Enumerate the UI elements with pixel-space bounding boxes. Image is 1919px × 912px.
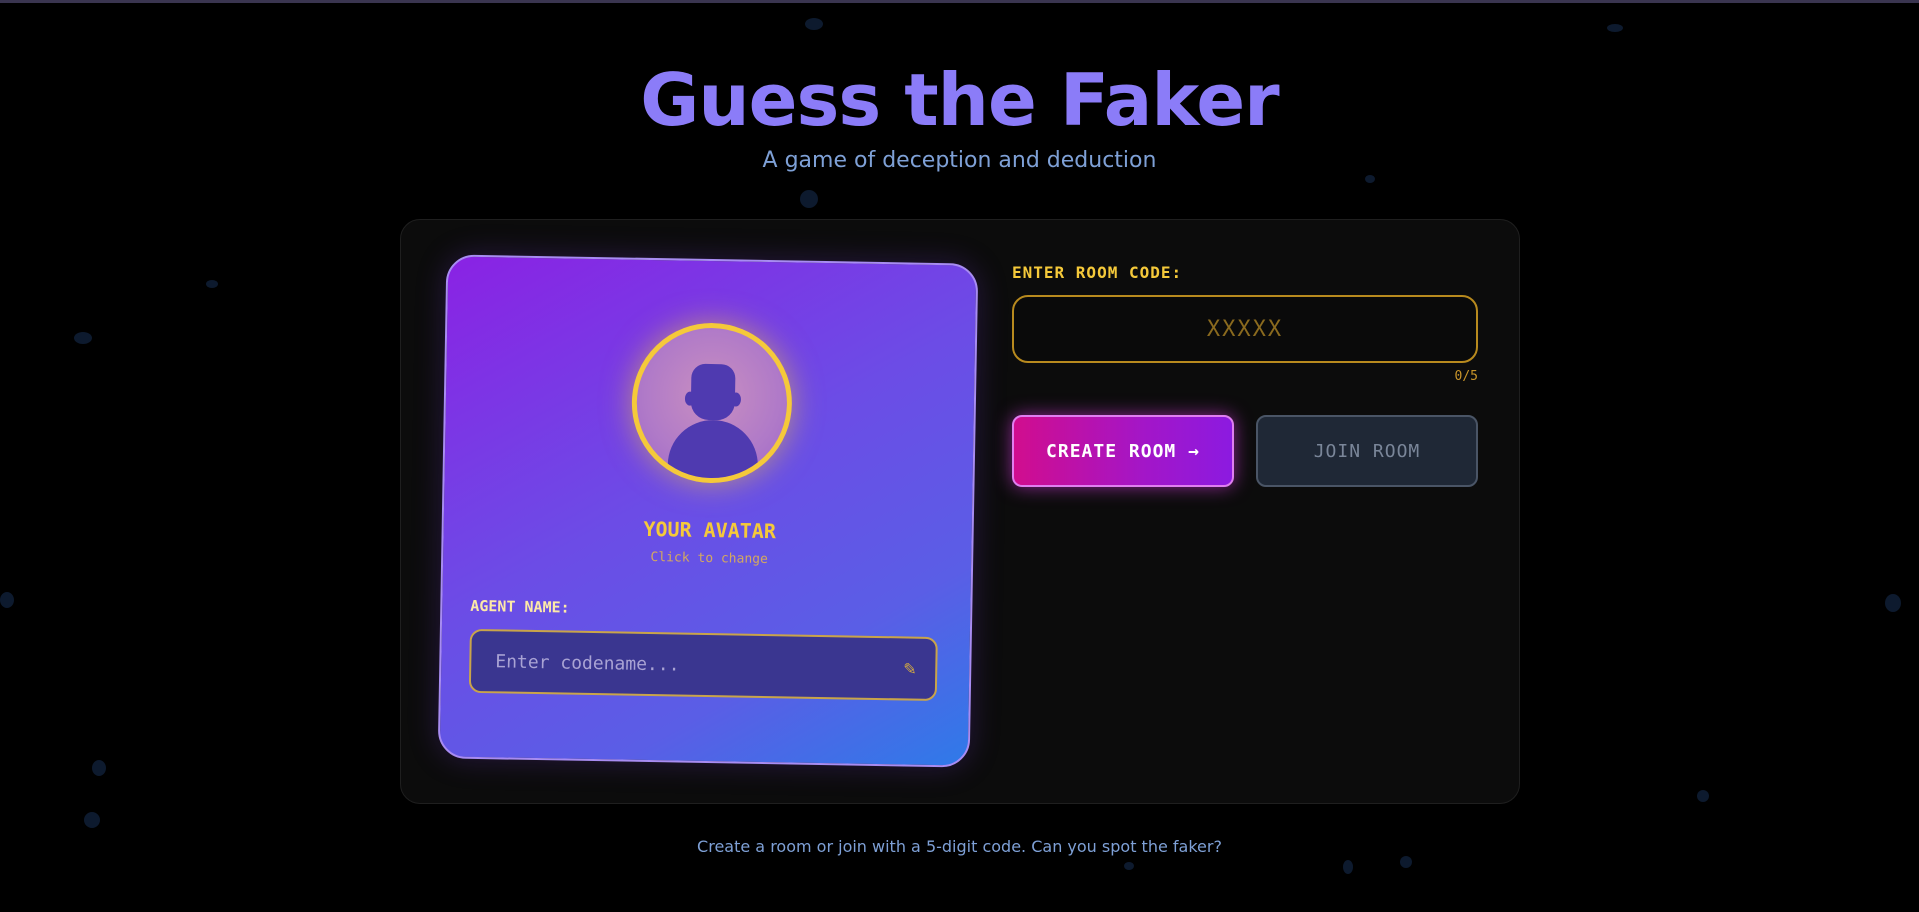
background-particle xyxy=(1400,856,1412,868)
avatar-label: YOUR AVATAR xyxy=(643,516,777,544)
background-particle xyxy=(0,592,14,608)
background-particle xyxy=(206,280,218,288)
avatar-card: YOUR AVATAR Click to change AGENT NAME: … xyxy=(437,254,979,768)
background-particle xyxy=(1124,862,1134,870)
avatar-button[interactable] xyxy=(630,321,794,485)
background-particle xyxy=(1885,594,1901,612)
background-particle xyxy=(84,812,100,828)
background-particle xyxy=(805,18,823,30)
pencil-icon: ✎ xyxy=(903,659,917,679)
create-room-button[interactable]: CREATE ROOM → xyxy=(1012,415,1234,487)
agent-name-field: ✎ xyxy=(468,628,938,702)
room-code-counter: 0/5 xyxy=(1454,369,1478,384)
room-code-label: ENTER ROOM CODE: xyxy=(1012,263,1183,282)
avatar-icon xyxy=(667,419,759,481)
background-particle xyxy=(1365,175,1375,183)
background-particle xyxy=(1343,860,1353,874)
page-title: Guess the Faker xyxy=(640,58,1279,142)
footer-hint: Create a room or join with a 5-digit cod… xyxy=(697,837,1222,856)
background-particle xyxy=(74,332,92,344)
room-code-input[interactable] xyxy=(1014,297,1476,361)
page-subtitle: A game of deception and deduction xyxy=(762,148,1157,173)
background-particle xyxy=(1697,790,1709,802)
top-border xyxy=(0,0,1919,3)
avatar-icon xyxy=(690,363,736,421)
agent-name-label: AGENT NAME: xyxy=(470,596,570,617)
background-particle xyxy=(1607,24,1623,32)
avatar-change-hint[interactable]: Click to change xyxy=(443,546,975,570)
join-room-button[interactable]: JOIN ROOM xyxy=(1256,415,1478,487)
agent-name-input[interactable] xyxy=(494,631,896,699)
background-particle xyxy=(800,190,818,208)
room-code-field xyxy=(1012,295,1478,363)
background-particle xyxy=(92,760,106,776)
